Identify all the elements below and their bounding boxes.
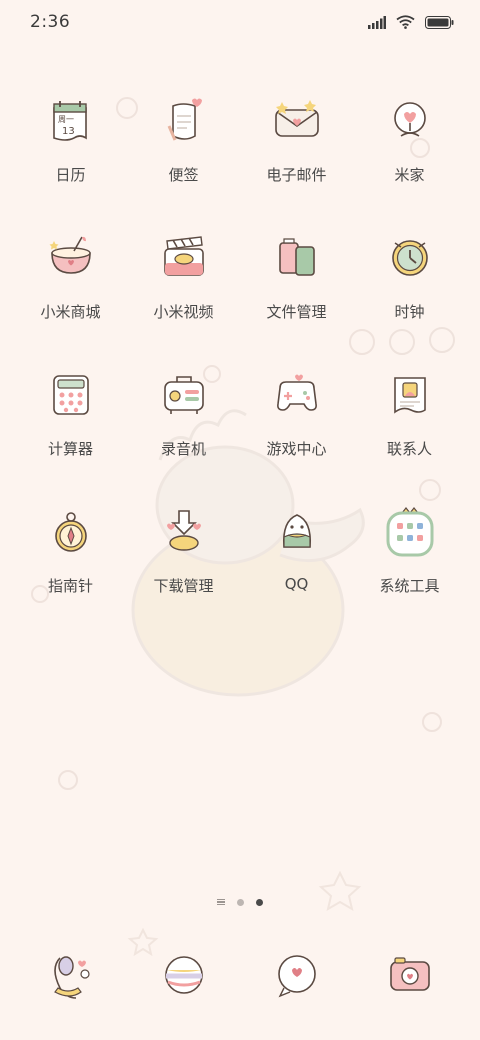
browser-icon[interactable] [155,946,213,1004]
email-icon[interactable] [268,92,326,150]
notes-icon[interactable] [155,92,213,150]
app-mi-video[interactable]: 小米视频 [127,221,240,358]
app-drawer-lines-icon[interactable] [217,898,225,906]
qq-icon[interactable] [268,503,326,561]
app-label: 电子邮件 [266,166,327,184]
cellular-signal-icon [368,15,386,29]
status-time: 2:36 [30,12,71,32]
app-label: 指南针 [47,577,93,595]
mi-store-icon[interactable] [42,229,100,287]
phone-icon[interactable] [42,946,100,1004]
game-center-icon[interactable] [268,366,326,424]
calendar-icon-day: 13 [62,126,75,137]
app-label: 小米视频 [153,303,214,321]
page-dot[interactable] [237,898,244,906]
app-label: 便签 [168,166,199,184]
app-label: 系统工具 [379,577,440,595]
messages-icon[interactable] [268,946,326,1004]
app-label: 计算器 [47,440,93,458]
compass-icon[interactable] [42,503,100,561]
camera-icon[interactable] [381,946,439,1004]
download-manager-icon[interactable] [155,503,213,561]
app-grid: 周一 13 日历 便签 电子邮件 米家 小米商城 小米视频 文件管理 时钟 计算… [14,84,466,632]
app-contacts[interactable]: 联系人 [353,358,466,495]
contacts-icon[interactable] [381,366,439,424]
app-system-tools-folder[interactable]: 系统工具 [353,495,466,632]
app-label: QQ [284,575,309,593]
app-game-center[interactable]: 游戏中心 [240,358,353,495]
dock-browser[interactable] [127,946,240,1006]
app-label: 时钟 [394,303,425,321]
app-mihome[interactable]: 米家 [353,84,466,221]
file-manager-icon[interactable] [268,229,326,287]
app-label: 小米商城 [40,303,101,321]
app-calculator[interactable]: 计算器 [14,358,127,495]
dock-camera[interactable] [353,946,466,1006]
app-email[interactable]: 电子邮件 [240,84,353,221]
mihome-icon[interactable] [381,92,439,150]
dock [14,946,466,1006]
status-bar: 2:36 [0,0,480,44]
app-label: 录音机 [160,440,206,458]
recorder-icon[interactable] [155,366,213,424]
calendar-icon[interactable]: 周一 13 [42,92,100,150]
page-indicator[interactable] [0,895,480,909]
app-compass[interactable]: 指南针 [14,495,127,632]
battery-icon [425,15,454,29]
mi-video-icon[interactable] [155,229,213,287]
system-tools-folder-icon[interactable] [381,503,439,561]
app-label: 游戏中心 [266,440,327,458]
app-label: 日历 [55,166,86,184]
dock-phone[interactable] [14,946,127,1006]
app-mi-store[interactable]: 小米商城 [14,221,127,358]
clock-icon[interactable] [381,229,439,287]
wifi-icon [396,15,415,29]
app-download-manager[interactable]: 下载管理 [127,495,240,632]
app-label: 文件管理 [266,303,327,321]
app-label: 米家 [394,166,425,184]
app-clock[interactable]: 时钟 [353,221,466,358]
app-calendar[interactable]: 周一 13 日历 [14,84,127,221]
dock-messages[interactable] [240,946,353,1006]
star-decoration [127,870,362,957]
app-file-manager[interactable]: 文件管理 [240,221,353,358]
app-recorder[interactable]: 录音机 [127,358,240,495]
calendar-icon-weekday: 周一 [58,115,74,124]
status-icons [368,15,454,29]
app-notes[interactable]: 便签 [127,84,240,221]
app-label: 下载管理 [153,577,214,595]
app-qq[interactable]: QQ [240,495,353,632]
app-label: 联系人 [386,440,432,458]
page-dot-active[interactable] [256,898,263,906]
calculator-icon[interactable] [42,366,100,424]
